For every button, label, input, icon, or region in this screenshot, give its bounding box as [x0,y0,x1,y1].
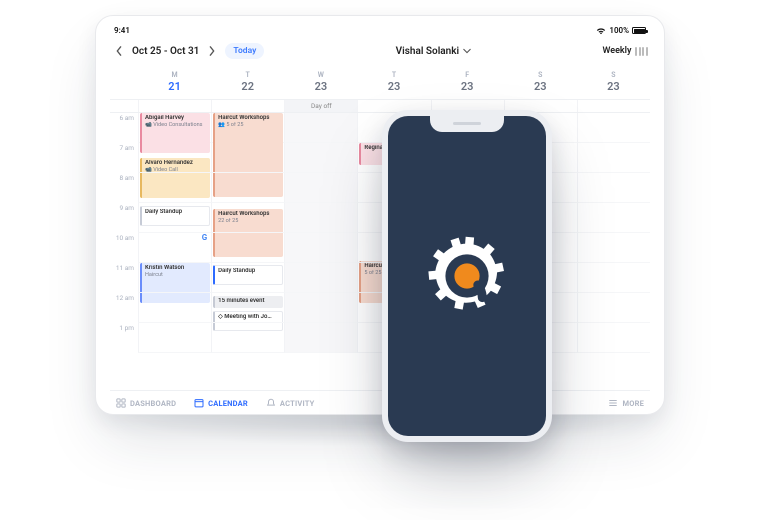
time-slot[interactable] [211,173,284,203]
day-header[interactable]: F23 [431,67,504,99]
hour-label: 7 am [110,143,138,173]
view-switcher[interactable]: Weekly [602,46,648,56]
time-slot[interactable] [138,323,211,353]
time-slot[interactable] [284,143,357,173]
dashboard-icon [116,398,126,408]
time-slot[interactable] [284,113,357,143]
phone-splash [388,116,546,436]
calendar-grid: 6 amAbigail Harvey📹 Video ConsultationsA… [110,113,650,353]
time-slot[interactable] [211,233,284,263]
next-week-button[interactable] [205,44,219,58]
time-slot[interactable] [577,263,650,293]
status-time: 9:41 [114,26,130,35]
day-header[interactable]: T22 [211,67,284,99]
tablet-device: 9:41 100% Oct 25 - Oct 31 Today Vishal S… [95,15,665,415]
nav-activity[interactable]: ACTIVITY [266,398,315,408]
time-slot[interactable] [284,173,357,203]
day-header[interactable]: S23 [577,67,650,99]
time-slot[interactable] [284,233,357,263]
time-slot[interactable] [284,293,357,323]
time-slot[interactable] [211,323,284,353]
time-slot[interactable] [284,263,357,293]
nav-dashboard[interactable]: DASHBOARD [116,398,176,408]
phone-notch [430,116,504,132]
hour-label: 1 pm [110,323,138,353]
hour-label: 12 am [110,293,138,323]
day-header[interactable]: S23 [504,67,577,99]
hour-label: 10 am [110,233,138,263]
time-slot[interactable] [138,173,211,203]
day-header[interactable]: T23 [357,67,430,99]
today-button[interactable]: Today [225,43,264,59]
time-slot[interactable] [138,233,211,263]
battery-icon [632,27,646,34]
calendar-topbar: Oct 25 - Oct 31 Today Vishal Solanki Wee… [110,39,650,67]
weekday-header: M21 T22 W23 T23 F23 S23 S23 [110,67,650,100]
nav-more[interactable]: MORE [608,398,644,408]
allday-event[interactable]: Day off [284,100,357,112]
allday-row: Day off [110,100,650,113]
time-slot[interactable] [138,263,211,293]
user-switcher[interactable]: Vishal Solanki [396,46,471,57]
time-slot[interactable] [284,323,357,353]
hour-label: 6 am [110,113,138,143]
hour-label: 8 am [110,173,138,203]
time-slot[interactable] [211,293,284,323]
status-bar: 9:41 100% [110,26,650,39]
time-slot[interactable] [577,113,650,143]
date-range-label: Oct 25 - Oct 31 [132,46,199,57]
time-slot[interactable] [211,263,284,293]
time-slot[interactable] [577,233,650,263]
phone-device [382,110,552,442]
time-slot[interactable] [138,203,211,233]
time-slot[interactable] [577,143,650,173]
wifi-icon [596,27,606,35]
time-slot[interactable] [577,173,650,203]
day-header[interactable]: W23 [284,67,357,99]
prev-week-button[interactable] [112,44,126,58]
time-slot[interactable] [211,143,284,173]
user-name: Vishal Solanki [396,46,459,57]
time-slot[interactable] [138,143,211,173]
view-label: Weekly [602,46,631,56]
calendar-icon [194,398,204,408]
bell-icon [266,398,276,408]
app-logo-gear-icon [422,231,512,321]
hour-label: 11 am [110,263,138,293]
time-slot[interactable] [577,203,650,233]
time-slot[interactable]: Abigail Harvey📹 Video ConsultationsAlvar… [138,113,211,143]
menu-icon [608,398,618,408]
hour-label: 9 am [110,203,138,233]
day-header[interactable]: M21 [138,67,211,99]
battery-pct: 100% [609,26,629,35]
time-slot[interactable] [284,203,357,233]
time-slot[interactable] [138,293,211,323]
chevron-down-icon [463,48,471,54]
nav-calendar[interactable]: CALENDAR [194,398,248,408]
bottom-nav: DASHBOARD CALENDAR ACTIVITY MORE [110,390,650,414]
columns-icon [635,47,648,56]
time-slot[interactable] [577,293,650,323]
time-slot[interactable] [211,203,284,233]
time-slot[interactable]: Haircut Workshops👥 5 of 25Haircut Worksh… [211,113,284,143]
time-slot[interactable] [577,323,650,353]
